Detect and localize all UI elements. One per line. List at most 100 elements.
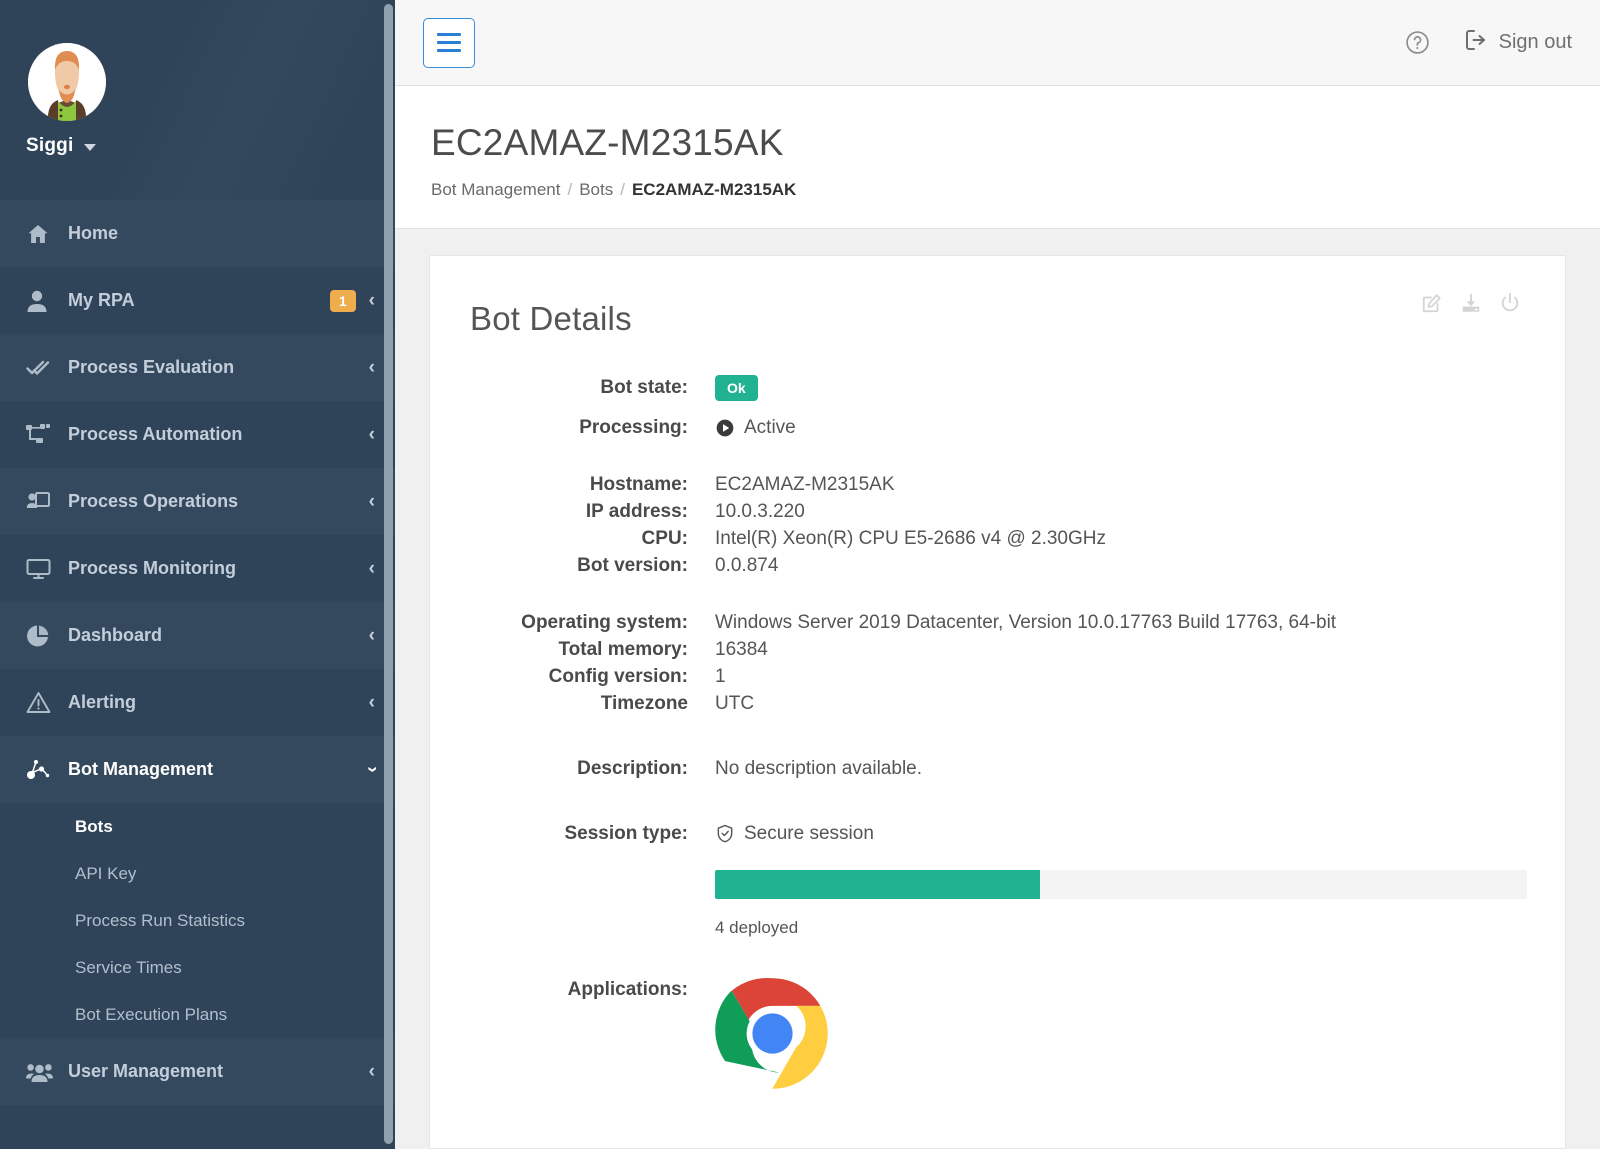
chevron-left-icon[interactable]: ‹ [369,1062,375,1081]
session-type-label: Session type: [564,823,688,844]
chevron-left-icon[interactable]: ‹ [369,291,375,310]
chrome-logo-icon[interactable] [715,976,830,1091]
double-check-icon [26,356,56,380]
config-version-row: Config version: 1 [470,663,1517,690]
sidebar-item-meta: 1 ‹ [329,289,375,312]
chevron-down-icon [84,144,97,151]
deployment-progress-bar [715,870,1527,899]
page-header: EC2AMAZ-M2315AK Bot Management / Bots / … [395,86,1600,229]
chevron-left-icon[interactable]: ‹ [369,559,375,578]
sidebar-item-my-rpa[interactable]: My RPA 1 ‹ [0,267,395,334]
processing-row: Processing: Active [470,414,1517,441]
shield-check-icon [715,823,735,844]
chevron-left-icon[interactable]: ‹ [369,693,375,712]
config-version-label: Config version: [548,666,688,687]
breadcrumb-item-bots[interactable]: Bots [579,180,613,200]
help-circle-icon[interactable] [1405,30,1430,55]
session-type-value-wrap: Secure session [715,820,874,847]
chevron-down-icon[interactable]: ‹ [361,766,382,772]
applications-label: Applications: [567,979,688,1000]
timezone-row: Timezone UTC [470,690,1517,717]
main-content: Sign out EC2AMAZ-M2315AK Bot Management … [395,0,1600,1149]
sign-out-button[interactable]: Sign out [1464,28,1572,58]
sidebar-item-process-operations[interactable]: Process Operations ‹ [0,468,395,535]
sidebar-item-process-evaluation[interactable]: Process Evaluation ‹ [0,334,395,401]
sidebar-item-process-monitoring[interactable]: Process Monitoring ‹ [0,535,395,602]
sidebar-item-home[interactable]: Home [0,200,395,267]
timezone-label: Timezone [600,693,688,714]
ip-address-label: IP address: [585,501,688,522]
chevron-left-icon[interactable]: ‹ [369,358,375,377]
sidebar-item-label: Alerting [68,692,137,712]
sidebar-item-label: Process Automation [68,424,243,444]
sidebar-item-alerting[interactable]: Alerting ‹ [0,669,395,736]
sidebar-item-label: My RPA [68,290,135,310]
ip-address-value: 10.0.3.220 [715,501,805,522]
breadcrumb-separator: / [567,180,573,199]
applications-list [715,976,830,1091]
page-title: EC2AMAZ-M2315AK [431,122,784,163]
sidebar-subitem-label: Bots [75,816,113,836]
bot-version-value: 0.0.874 [715,555,779,576]
badge-count: 1 [329,289,356,312]
card-actions [1421,292,1521,314]
sidebar-item-dashboard[interactable]: Dashboard ‹ [0,602,395,669]
power-icon[interactable] [1499,292,1521,314]
user-screen-icon [26,491,56,513]
chevron-left-icon[interactable]: ‹ [369,425,375,444]
sidebar-subitem-process-run-statistics[interactable]: Process Run Statistics [0,897,395,944]
cpu-label: CPU: [641,528,688,549]
bot-state-row: Bot state: Ok [470,374,1517,401]
sidebar-item-label: Dashboard [68,625,163,645]
sitemap-icon [26,423,56,446]
sidebar-subitem-service-times[interactable]: Service Times [0,944,395,991]
sidebar-item-label: Process Operations [68,491,239,511]
sidebar-item-label: Home [68,223,119,243]
edit-icon[interactable] [1421,292,1443,314]
sidebar-item-meta: ‹ [369,693,375,712]
sidebar-subnav-bot-management: Bots API Key Process Run Statistics Serv… [0,803,395,1038]
hamburger-icon-bar [437,33,461,36]
system-info-group: Operating system: Windows Server 2019 Da… [470,609,1517,717]
sidebar-subitem-bots[interactable]: Bots [0,803,395,850]
menu-toggle-button[interactable] [423,17,475,68]
sidebar-item-label: Process Monitoring [68,558,237,578]
users-icon [26,1061,56,1083]
sidebar-item-label: Bot Management [68,759,214,779]
config-version-value: 1 [715,666,726,687]
sidebar-item-meta: ‹ [369,492,375,511]
ip-address-row: IP address: 10.0.3.220 [470,498,1517,525]
download-icon[interactable] [1460,292,1482,314]
breadcrumb-item-bot-management[interactable]: Bot Management [431,180,560,200]
play-circle-icon [715,418,735,438]
home-icon [26,222,56,246]
operating-system-value: Windows Server 2019 Datacenter, Version … [715,612,1337,633]
session-type-row: Session type: Secure session 4 deployed [470,820,1527,938]
processing-value: Active [744,417,796,438]
sidebar-item-meta: ‹ [361,760,382,779]
sidebar-username[interactable]: Siggi [26,135,395,157]
sidebar-subitem-label: Process Run Statistics [75,910,246,930]
hostname-row: Hostname: EC2AMAZ-M2315AK [470,471,1517,498]
operating-system-row: Operating system: Windows Server 2019 Da… [470,609,1517,636]
bot-state-value-wrap: Ok [715,374,758,401]
hostname-value: EC2AMAZ-M2315AK [715,474,895,495]
sidebar-subitem-label: Bot Execution Plans [75,1004,228,1024]
sidebar-username-label: Siggi [26,135,74,156]
sidebar-scrollbar[interactable] [384,4,393,1144]
total-memory-label: Total memory: [558,639,688,660]
pie-chart-icon [26,624,56,648]
sidebar-subitem-api-key[interactable]: API Key [0,850,395,897]
breadcrumb-item-current: EC2AMAZ-M2315AK [631,180,797,199]
sidebar-subitem-bot-execution-plans[interactable]: Bot Execution Plans [0,991,395,1038]
sidebar-profile: Siggi [0,0,395,200]
chevron-left-icon[interactable]: ‹ [369,626,375,645]
chevron-left-icon[interactable]: ‹ [369,492,375,511]
sidebar-item-process-automation[interactable]: Process Automation ‹ [0,401,395,468]
avatar [28,43,106,121]
sidebar-item-bot-management[interactable]: Bot Management ‹ [0,736,395,803]
sidebar-item-user-management[interactable]: User Management ‹ [0,1038,395,1105]
